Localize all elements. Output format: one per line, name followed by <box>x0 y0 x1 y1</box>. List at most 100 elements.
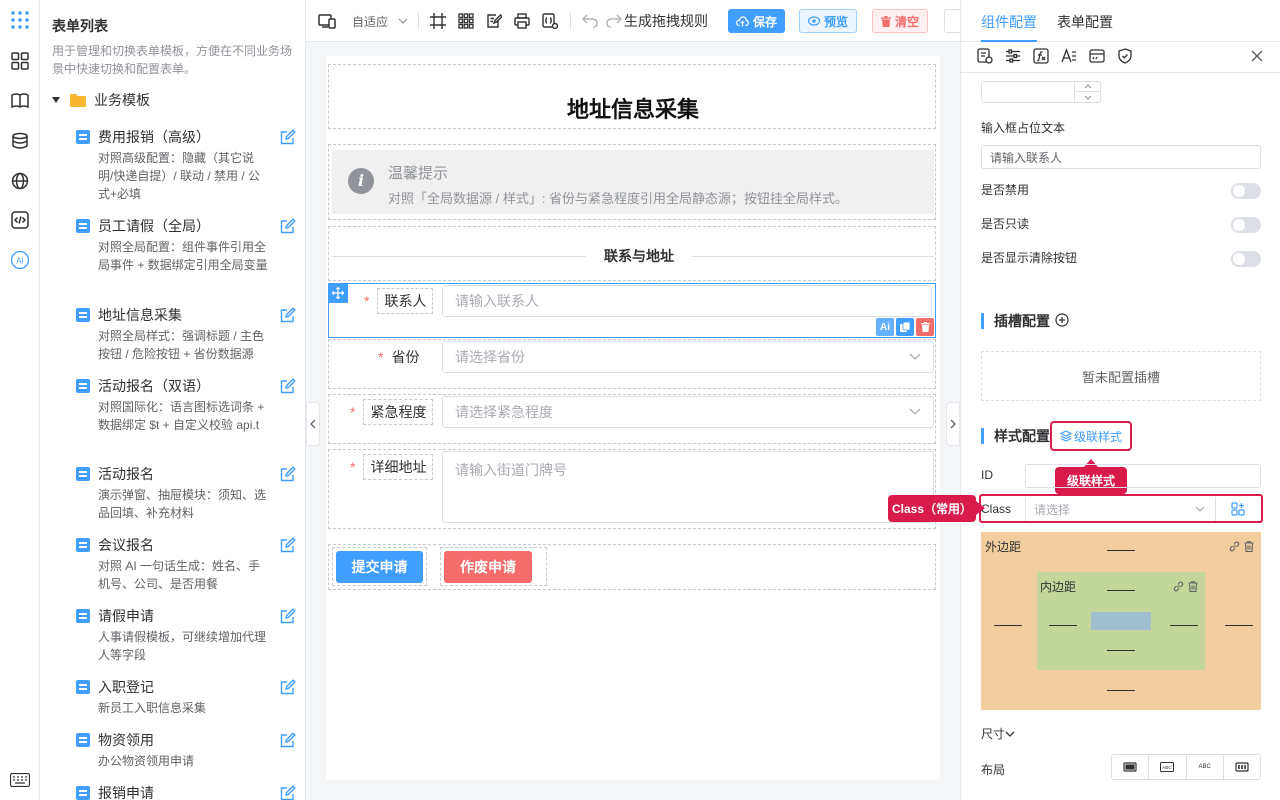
print-icon[interactable] <box>514 11 530 31</box>
ai-action-icon[interactable]: Ai <box>876 318 894 336</box>
edit-icon[interactable] <box>280 218 296 234</box>
sliders-icon[interactable] <box>1004 47 1022 65</box>
id-input[interactable] <box>1025 464 1261 488</box>
padding-left-value[interactable] <box>1049 625 1077 626</box>
layout-inline-option[interactable]: ABC <box>1187 755 1224 779</box>
undo-icon[interactable] <box>582 11 598 31</box>
padding-right-value[interactable] <box>1170 625 1198 626</box>
size-label: 尺寸 <box>981 727 1006 741</box>
stepper-up-icon[interactable] <box>1074 82 1100 92</box>
submit-button[interactable]: 提交申请 <box>336 551 423 583</box>
tip-alert[interactable]: i 温馨提示 对照「全局数据源 / 样式」: 省份与紧急程度引用全局静态源；按钮… <box>332 150 934 214</box>
device-icon[interactable] <box>318 11 336 31</box>
delete-field-icon[interactable] <box>916 318 934 336</box>
template-description: 对照高级配置：隐藏（其它说明/快递自提）/ 联动 / 禁用 / 公式+必填 <box>98 151 261 201</box>
urgency-select[interactable]: 请选择紧急程度 <box>442 396 934 428</box>
layout-inline-block-icon[interactable]: ABC <box>1149 755 1187 779</box>
preview-button[interactable]: 预览 <box>799 9 858 33</box>
margin-right-value[interactable] <box>1225 625 1253 626</box>
folder-business-templates[interactable]: 业务模板 <box>52 90 150 110</box>
box-model-editor: 外边距 内边距 <box>981 532 1261 710</box>
svg-text:ABC: ABC <box>1163 765 1173 770</box>
class-select[interactable]: 请选择 <box>1025 497 1215 521</box>
edit-icon[interactable] <box>280 466 296 482</box>
add-class-icon[interactable] <box>1215 497 1259 521</box>
padding-top-value[interactable] <box>1107 590 1135 591</box>
disabled-switch[interactable] <box>1231 183 1261 199</box>
tab-component-config[interactable]: 组件配置 <box>981 12 1037 32</box>
gen-rules-button[interactable]: 生成拖拽规则 <box>624 11 708 31</box>
readonly-switch[interactable] <box>1231 217 1261 233</box>
edit-icon[interactable] <box>280 732 296 748</box>
collapse-left-button[interactable] <box>306 402 320 446</box>
edit-note-icon[interactable] <box>486 11 502 31</box>
tab-form-config[interactable]: 表单配置 <box>1057 12 1113 32</box>
edit-icon[interactable] <box>280 307 296 323</box>
link-icon[interactable] <box>1173 581 1184 592</box>
shield-check-icon[interactable] <box>1116 47 1134 65</box>
globe-icon[interactable] <box>9 170 31 192</box>
address-textarea[interactable]: 请输入街道门牌号 <box>442 451 934 523</box>
save-button[interactable]: 保存 <box>728 9 786 33</box>
layout-block-icon[interactable] <box>1112 755 1150 779</box>
size-toggle[interactable]: 尺寸 <box>981 725 1015 742</box>
font-style-icon[interactable] <box>1060 47 1078 65</box>
edit-icon[interactable] <box>280 608 296 624</box>
template-name: 入职登记 <box>98 679 154 695</box>
margin-left-value[interactable] <box>994 625 1022 626</box>
close-icon[interactable] <box>1248 47 1266 65</box>
cascade-style-button[interactable]: 级联样式 <box>1050 421 1132 451</box>
margin-bottom-value[interactable] <box>1107 690 1135 691</box>
add-slot-icon[interactable] <box>1055 313 1069 327</box>
trash-icon[interactable] <box>1188 581 1198 592</box>
designer-center: 自适应 生成拖拽规则 保存 预览 清空 地址信息采集 i 温馨提示 对照「全局数… <box>306 0 960 800</box>
alert-description: 对照「全局数据源 / 样式」: 省份与紧急程度引用全局静态源；按钮挂全局样式。 <box>388 191 849 206</box>
number-stepper[interactable] <box>981 81 1101 103</box>
clear-button[interactable]: 清空 <box>872 9 929 33</box>
preview-label: 预览 <box>824 14 849 29</box>
edit-icon[interactable] <box>280 129 296 145</box>
layout-flex-icon[interactable] <box>1224 755 1260 779</box>
template-description: 对照 AI 一句话生成：姓名、手机号、公司、是否用餐 <box>98 559 261 591</box>
edit-icon[interactable] <box>280 378 296 394</box>
redo-icon[interactable] <box>606 11 622 31</box>
config-panel: 组件配置 表单配置 输入框占位文本 请输入联系人 是否禁用 是否只读 是否显示清… <box>960 0 1280 800</box>
property-icon[interactable] <box>976 47 994 65</box>
template-description: 人事请假模板，可继续增加代理人等字段 <box>98 630 267 662</box>
copy-icon[interactable] <box>896 318 914 336</box>
document-icon <box>76 379 90 393</box>
grid-icon[interactable] <box>458 11 474 31</box>
json-icon[interactable] <box>542 11 558 31</box>
province-select[interactable]: 请选择省份 <box>442 341 934 373</box>
edit-icon[interactable] <box>280 537 296 553</box>
margin-top-value[interactable] <box>1107 550 1135 551</box>
code-icon[interactable] <box>9 209 31 231</box>
move-handle-icon[interactable] <box>328 283 348 303</box>
placeholder-input[interactable]: 请输入联系人 <box>981 145 1261 169</box>
padding-label: 内边距 <box>1040 580 1077 594</box>
eye-icon <box>808 16 820 26</box>
caret-down-icon <box>52 97 60 103</box>
link-icon[interactable] <box>1229 541 1240 552</box>
database-icon[interactable] <box>9 130 31 152</box>
book-icon[interactable] <box>9 90 31 112</box>
ai-icon[interactable]: AI <box>9 249 31 271</box>
contact-input[interactable]: 请输入联系人 <box>442 285 932 317</box>
clearable-switch[interactable] <box>1231 251 1261 267</box>
form-list-title: 表单列表 <box>52 18 108 34</box>
stepper-down-icon[interactable] <box>1074 92 1100 102</box>
frame-icon[interactable] <box>430 11 446 31</box>
adaptive-select[interactable]: 自适应 <box>352 11 408 31</box>
collapse-right-button[interactable] <box>946 402 960 446</box>
trash-icon[interactable] <box>1244 541 1254 552</box>
void-button[interactable]: 作废申请 <box>444 551 532 583</box>
form-title[interactable]: 地址信息采集 <box>326 92 940 124</box>
function-icon[interactable] <box>1032 47 1050 65</box>
components-icon[interactable] <box>9 50 31 72</box>
padding-bottom-value[interactable] <box>1107 650 1135 651</box>
app-grid-icon[interactable] <box>9 9 31 31</box>
edit-icon[interactable] <box>280 785 296 800</box>
edit-icon[interactable] <box>280 679 296 695</box>
events-icon[interactable] <box>1088 47 1106 65</box>
keyboard-icon[interactable] <box>9 769 31 791</box>
